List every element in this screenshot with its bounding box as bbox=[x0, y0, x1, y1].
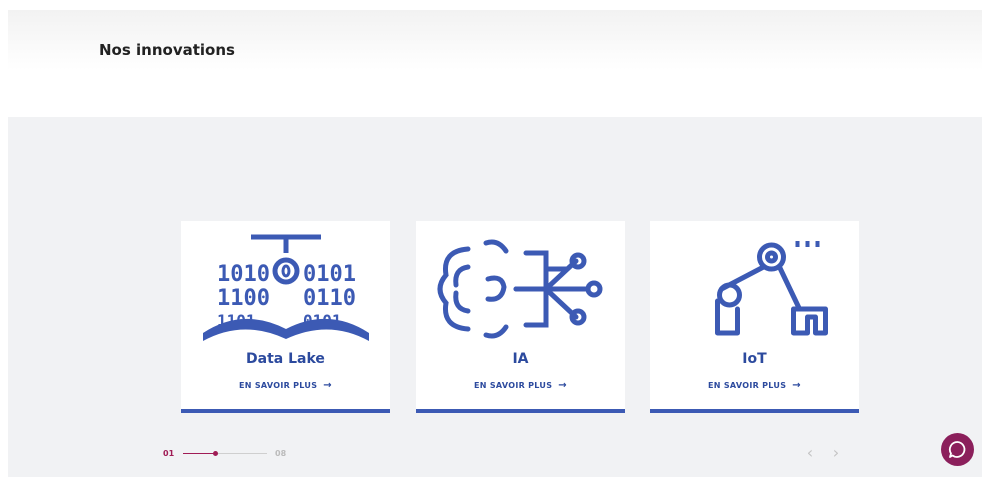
read-more-link[interactable]: EN SAVOIR PLUS → bbox=[416, 380, 625, 391]
chat-button[interactable] bbox=[941, 433, 974, 466]
read-more-link[interactable]: EN SAVOIR PLUS → bbox=[650, 380, 859, 391]
card-data-lake[interactable]: 1010 0101 1100 0110 1101 0101 Data Lake … bbox=[181, 221, 390, 413]
read-more-link[interactable]: EN SAVOIR PLUS → bbox=[181, 380, 390, 391]
chevron-left-icon: ‹ bbox=[806, 443, 814, 462]
pager-knob[interactable] bbox=[213, 451, 218, 456]
svg-text:0110: 0110 bbox=[303, 286, 356, 311]
prev-button[interactable]: ‹ bbox=[802, 444, 818, 462]
card-title: Data Lake bbox=[246, 351, 325, 367]
pager-track[interactable] bbox=[183, 451, 267, 456]
svg-text:1100: 1100 bbox=[217, 286, 270, 311]
read-more-label: EN SAVOIR PLUS bbox=[474, 381, 553, 390]
chevron-right-icon: › bbox=[832, 443, 840, 462]
read-more-label: EN SAVOIR PLUS bbox=[708, 381, 787, 390]
section-title: Nos innovations bbox=[99, 41, 235, 59]
carousel-pager: 01 08 bbox=[163, 449, 286, 458]
read-more-label: EN SAVOIR PLUS bbox=[239, 381, 318, 390]
svg-text:0101: 0101 bbox=[303, 262, 356, 287]
card-title: IA bbox=[512, 351, 529, 367]
pager-total: 08 bbox=[275, 449, 287, 458]
robot-arm-icon bbox=[715, 241, 828, 336]
arrow-right-icon: → bbox=[792, 380, 801, 391]
svg-text:1010: 1010 bbox=[217, 262, 270, 287]
next-button[interactable]: › bbox=[828, 444, 844, 462]
card-iot[interactable]: IoT EN SAVOIR PLUS → bbox=[650, 221, 859, 413]
data-lake-icon: 1010 0101 1100 0110 1101 0101 bbox=[203, 234, 369, 341]
pager-current: 01 bbox=[163, 449, 175, 458]
card-title: IoT bbox=[742, 351, 767, 367]
pager-progress bbox=[183, 453, 215, 454]
arrow-right-icon: → bbox=[323, 380, 332, 391]
brain-circuit-icon bbox=[437, 239, 603, 339]
header-shadow bbox=[8, 10, 982, 70]
card-ia[interactable]: IA EN SAVOIR PLUS → bbox=[416, 221, 625, 413]
arrow-right-icon: → bbox=[558, 380, 567, 391]
chat-bubble-icon bbox=[948, 441, 966, 458]
